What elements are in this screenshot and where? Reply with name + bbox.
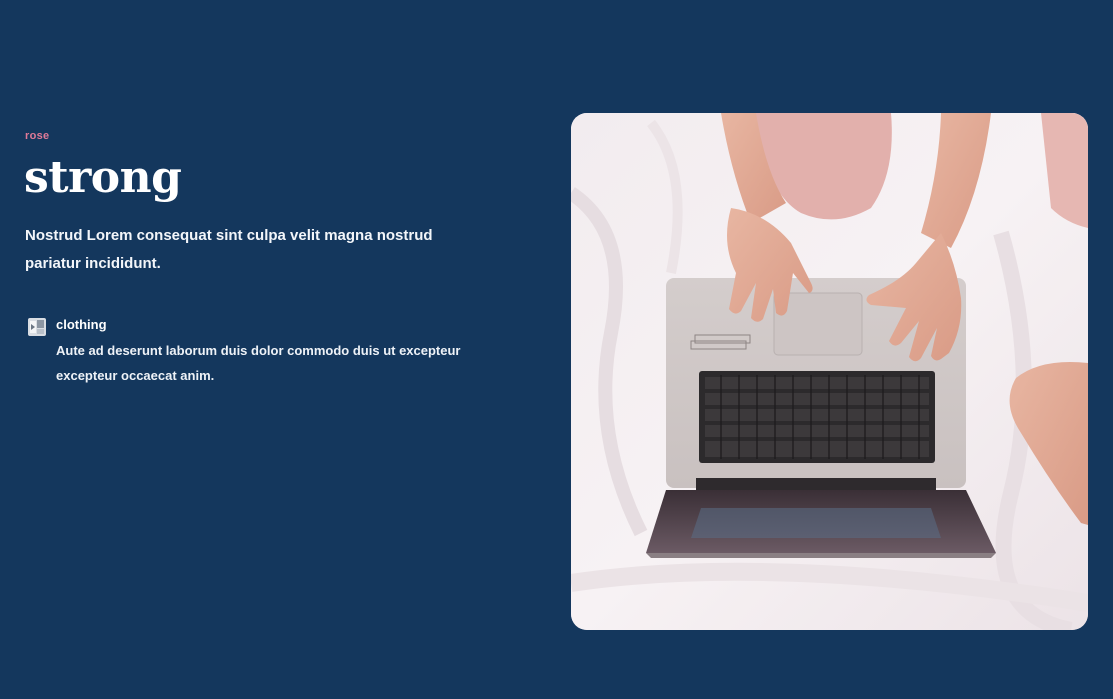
feature-title: clothing [56, 317, 107, 332]
laptop-on-bed-photo [571, 113, 1088, 630]
lead-paragraph: Nostrud Lorem consequat sint culpa velit… [25, 227, 433, 272]
page: rose strong Nostrud Lorem consequat sint… [0, 0, 1113, 699]
page-title: strong [24, 152, 182, 203]
clothing-thumbnail-icon [28, 318, 46, 336]
eyebrow-label: rose [25, 130, 50, 142]
feature-description: Aute ad deserunt laborum duis dolor comm… [56, 343, 461, 383]
